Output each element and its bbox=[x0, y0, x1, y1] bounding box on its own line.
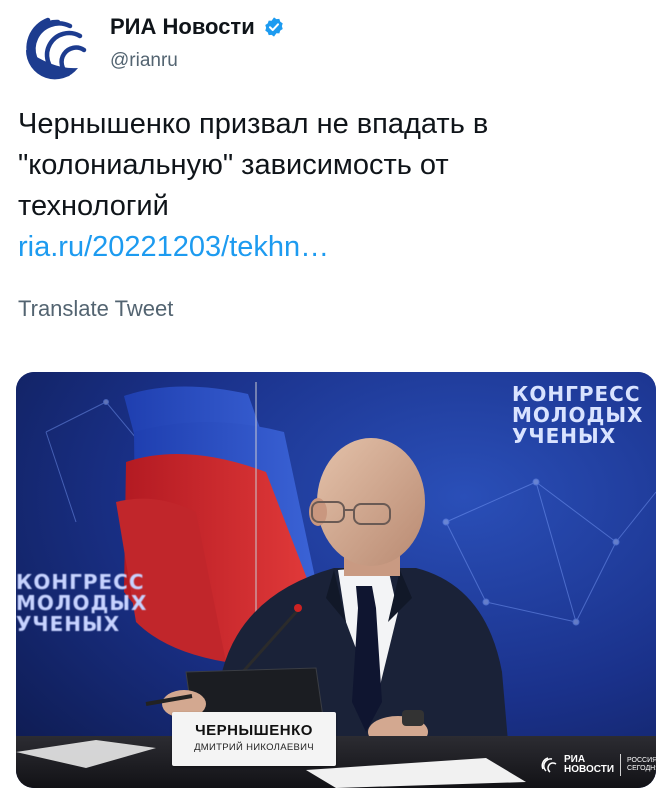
backdrop-congress-text-left: КОНГРЕСС МОЛОДЫХ УЧЕНЫХ bbox=[16, 570, 148, 636]
nameplate-subtitle: ДМИТРИЙ НИКОЛАЕВИЧ bbox=[194, 742, 314, 753]
verified-badge-icon bbox=[265, 17, 283, 37]
ria-globe-logo-icon bbox=[18, 10, 92, 84]
author-avatar[interactable] bbox=[18, 10, 92, 84]
tweet-text-line: "колониальную" зависимость от bbox=[18, 149, 449, 181]
tweet-text: Чернышенко призвал не впадать в "колониа… bbox=[18, 104, 658, 268]
tweet-text-line: Чернышенко призвал не впадать в bbox=[18, 108, 489, 140]
author-handle[interactable]: @rianru bbox=[110, 50, 178, 72]
translate-tweet-button[interactable]: Translate Tweet bbox=[18, 296, 173, 322]
nameplate: ЧЕРНЫШЕНКО ДМИТРИЙ НИКОЛАЕВИЧ bbox=[172, 712, 336, 766]
ria-watermark-globe-icon bbox=[541, 757, 557, 773]
tweet-photo[interactable]: КОНГРЕСС МОЛОДЫХ УЧЕНЫХ КОНГРЕСС МОЛОДЫХ… bbox=[16, 372, 656, 788]
nameplate-name: ЧЕРНЫШЕНКО bbox=[195, 722, 313, 739]
watermark-separator bbox=[620, 754, 622, 776]
tweet-text-line: технологий bbox=[18, 190, 169, 222]
tweet-link[interactable]: ria.ru/20221203/tekhn… bbox=[18, 231, 329, 263]
author-display-name[interactable]: РИА Новости bbox=[110, 14, 255, 40]
watermark-rossiya-segodnya: РОССИЯ СЕГОДНЯ bbox=[627, 757, 656, 772]
ria-watermark: РИА НОВОСТИ РОССИЯ СЕГОДНЯ bbox=[540, 754, 656, 776]
watermark-ria-novosti: РИА НОВОСТИ bbox=[564, 754, 615, 775]
author-name-row: РИА Новости bbox=[110, 14, 285, 40]
backdrop-congress-text-right: КОНГРЕСС МОЛОДЫХ УЧЕНЫХ bbox=[512, 382, 644, 448]
